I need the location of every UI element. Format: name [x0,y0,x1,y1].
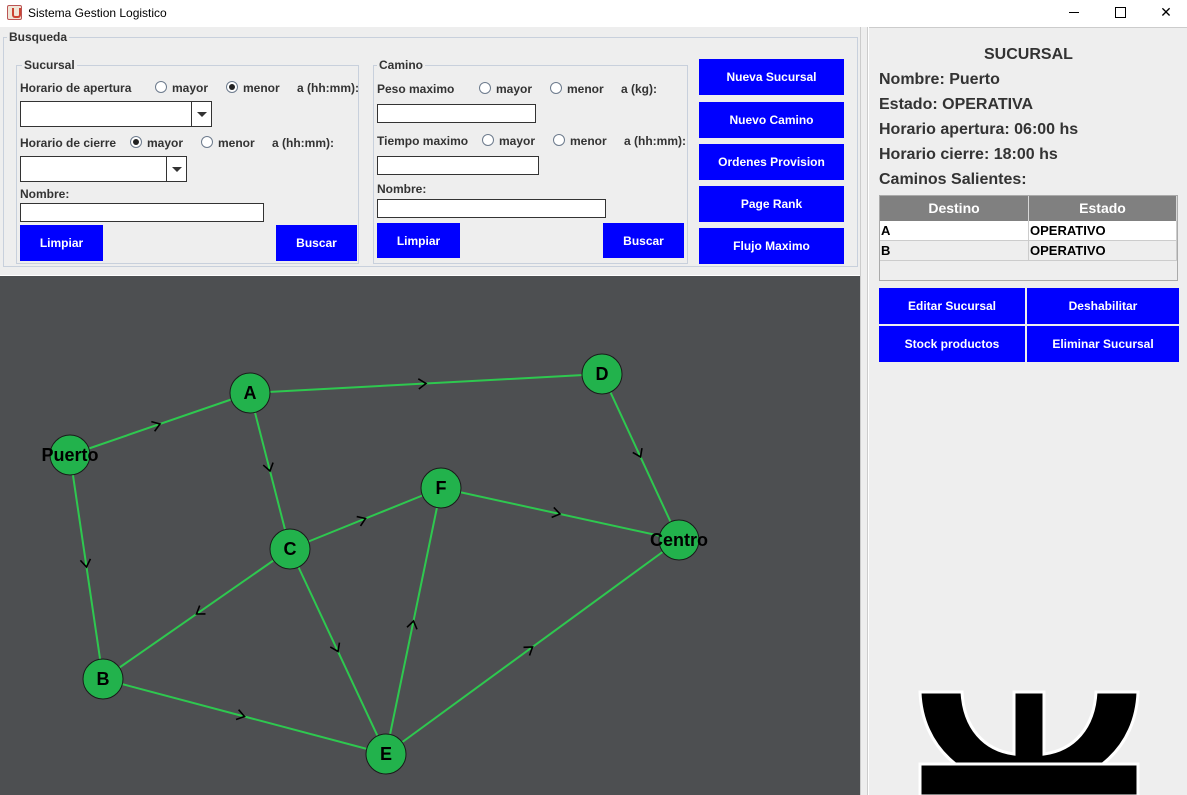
deshabilitar-button[interactable]: Deshabilitar [1027,288,1179,324]
sucursal-nombre: Nombre: Puerto [879,71,1000,88]
sucursal-legend: Sucursal [22,58,77,72]
peso-suffix: a (kg): [621,82,657,96]
caminos-table[interactable]: Destino Estado A OPERATIVO B OPERATIVO [879,195,1178,281]
table-cell-destino: B [880,241,1029,261]
peso-label: Peso maximo [377,82,455,96]
tiempo-menor-radio[interactable] [553,134,565,146]
sucursal-nombre-label: Nombre: [20,187,70,201]
table-cell-estado: OPERATIVO [1029,221,1177,241]
tiempo-mayor-radio[interactable] [482,134,494,146]
node-label: E [380,744,392,764]
busqueda-legend: Busqueda [7,30,70,44]
utn-logo-icon [918,690,1140,795]
apertura-label: Horario de apertura [20,81,132,95]
camino-nombre-input[interactable] [377,199,606,218]
camino-limpiar-button[interactable]: Limpiar [377,223,460,258]
search-panel: Busqueda Sucursal Horario de apertura ma… [0,27,866,275]
window-title: Sistema Gestion Logistico [28,6,167,20]
table-header: Destino Estado [880,196,1177,221]
nuevo-camino-button[interactable]: Nuevo Camino [699,102,844,138]
table-row[interactable]: A OPERATIVO [880,221,1177,241]
graph-node-puerto[interactable]: Puerto [41,434,99,476]
table-cell-estado: OPERATIVO [1029,241,1177,261]
camino-legend: Camino [377,58,426,72]
node-label: C [284,539,297,559]
sucursal-apertura: Horario apertura: 06:00 hs [879,121,1079,138]
peso-mayor-radio[interactable] [479,82,491,94]
sucursal-detail-panel: SUCURSAL Nombre: Puerto Estado: OPERATIV… [869,27,1187,795]
column-header-destino[interactable]: Destino [880,196,1029,221]
tiempo-mayor-label[interactable]: mayor [499,134,535,148]
cierre-mayor-radio[interactable] [130,136,142,148]
graph-node-c[interactable]: C [269,528,311,570]
editar-sucursal-button[interactable]: Editar Sucursal [879,288,1025,324]
apertura-mayor-radio[interactable] [155,81,167,93]
graph-node-a[interactable]: A [229,372,271,414]
caminos-salientes-header: Caminos Salientes: [879,171,1027,188]
apertura-mayor-label[interactable]: mayor [172,81,208,95]
sucursal-buscar-button[interactable]: Buscar [276,225,357,261]
java-app-icon [7,5,22,20]
sucursal-estado: Estado: OPERATIVA [879,96,1034,113]
tiempo-label: Tiempo maximo [377,134,469,148]
tiempo-menor-label[interactable]: menor [570,134,607,148]
camino-nombre-label: Nombre: [377,182,427,196]
split-divider[interactable] [860,27,868,795]
apertura-suffix: a (hh:mm): [297,81,359,95]
table-row[interactable]: B OPERATIVO [880,241,1177,261]
node-label: F [436,478,447,498]
column-header-estado[interactable]: Estado [1029,196,1177,221]
graph-node-f[interactable]: F [420,467,462,509]
flujo-maximo-button[interactable]: Flujo Maximo [699,228,844,264]
cierre-suffix: a (hh:mm): [272,136,334,150]
nueva-sucursal-button[interactable]: Nueva Sucursal [699,59,844,95]
graph-canvas[interactable]: Puerto A B C D E F Centro [0,276,860,795]
chevron-down-icon[interactable] [166,157,186,181]
maximize-icon[interactable] [1097,0,1143,26]
cierre-menor-radio[interactable] [201,136,213,148]
graph-svg: Puerto A B C D E F Centro [41,353,708,775]
cierre-combo[interactable] [20,156,187,182]
eliminar-sucursal-button[interactable]: Eliminar Sucursal [1027,326,1179,362]
tiempo-suffix: a (hh:mm): [624,134,686,148]
cierre-label: Horario de cierre [20,136,117,150]
table-cell-destino: A [880,221,1029,241]
cierre-mayor-label[interactable]: mayor [147,136,183,150]
title-bar: Sistema Gestion Logistico ✕ [0,0,1187,26]
node-label: D [596,364,609,384]
apertura-menor-radio[interactable] [226,81,238,93]
ordenes-provision-button[interactable]: Ordenes Provision [699,144,844,180]
apertura-combo[interactable] [20,101,212,127]
tiempo-input[interactable] [377,156,539,175]
graph-node-d[interactable]: D [581,353,623,395]
sucursal-nombre-input[interactable] [20,203,264,222]
sucursal-header: SUCURSAL [984,46,1073,63]
chevron-down-icon[interactable] [191,102,211,126]
peso-menor-radio[interactable] [550,82,562,94]
node-label: Centro [650,530,708,550]
sucursal-limpiar-button[interactable]: Limpiar [20,225,103,261]
peso-input[interactable] [377,104,536,123]
graph-node-b[interactable]: B [82,658,124,700]
cierre-menor-label[interactable]: menor [218,136,255,150]
close-icon[interactable]: ✕ [1143,0,1187,26]
camino-buscar-button[interactable]: Buscar [603,223,684,258]
minimize-icon[interactable] [1051,0,1097,26]
node-label: Puerto [41,445,98,465]
graph-node-e[interactable]: E [365,733,407,775]
stock-productos-button[interactable]: Stock productos [879,326,1025,362]
peso-mayor-label[interactable]: mayor [496,82,532,96]
apertura-menor-label[interactable]: menor [243,81,280,95]
peso-menor-label[interactable]: menor [567,82,604,96]
node-label: A [244,383,257,403]
sucursal-cierre: Horario cierre: 18:00 hs [879,146,1058,163]
page-rank-button[interactable]: Page Rank [699,186,844,222]
node-label: B [97,669,110,689]
